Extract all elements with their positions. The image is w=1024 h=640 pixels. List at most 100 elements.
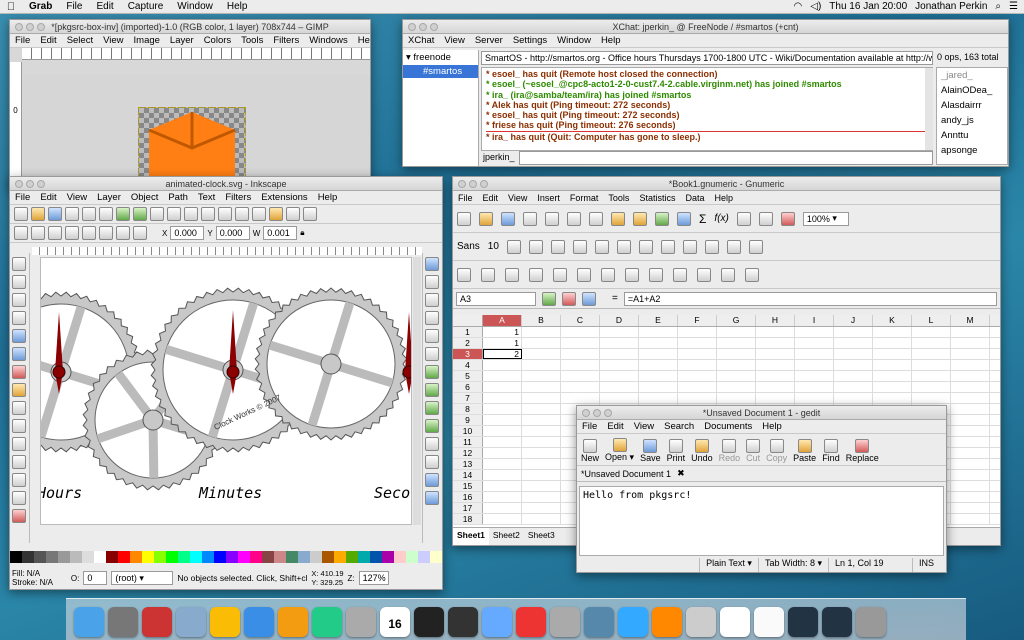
star-tool-icon[interactable] (12, 383, 26, 397)
gimp-menu-colors[interactable]: Colors (199, 35, 236, 46)
row-header[interactable]: 1 (453, 327, 483, 337)
undo-button[interactable]: Undo (691, 439, 713, 463)
row-header[interactable]: 7 (453, 393, 483, 403)
cell[interactable] (522, 503, 561, 513)
color-swatch[interactable] (358, 551, 370, 563)
decimal-icon[interactable] (704, 239, 719, 254)
snap-path-icon[interactable] (425, 383, 439, 397)
itunes-icon[interactable] (244, 607, 274, 637)
xchat-menu-view[interactable]: View (439, 35, 469, 46)
cell[interactable] (522, 338, 561, 348)
gn-menu-file[interactable]: File (453, 193, 478, 203)
inkscape-scrollbar[interactable] (413, 257, 421, 525)
undo-icon[interactable] (633, 211, 647, 226)
align-center-icon[interactable] (594, 239, 609, 254)
cell[interactable] (561, 360, 600, 370)
cell[interactable] (522, 349, 561, 359)
cell[interactable] (951, 470, 990, 480)
align-icon[interactable] (303, 207, 317, 221)
cell[interactable] (717, 349, 756, 359)
print-icon[interactable] (65, 207, 79, 221)
cell[interactable] (873, 349, 912, 359)
gn-menu-format[interactable]: Format (565, 193, 604, 203)
xchat-menu-xchat[interactable]: XChat (403, 35, 439, 46)
row-header[interactable]: 11 (453, 437, 483, 447)
row-header[interactable]: 16 (453, 492, 483, 502)
w-input[interactable]: 0.001 (263, 226, 298, 240)
spray-tool-icon[interactable] (12, 491, 26, 505)
cell[interactable] (873, 371, 912, 381)
new-icon[interactable] (14, 207, 28, 221)
xchat-titlebar[interactable]: XChat: jperkin_ @ FreeNode / #smartos (+… (403, 20, 1008, 34)
menu-help[interactable]: Help (220, 1, 255, 12)
cancel-icon[interactable] (562, 291, 576, 306)
user-item[interactable]: apsonge (941, 143, 1007, 158)
snap-bbox-icon[interactable] (425, 275, 439, 289)
cell[interactable] (483, 470, 522, 480)
close-icon[interactable] (15, 23, 23, 31)
column-header[interactable]: F (678, 315, 717, 326)
top-icon[interactable] (116, 226, 130, 240)
color-swatch[interactable] (106, 551, 118, 563)
sheet-tab[interactable]: Sheet3 (524, 528, 559, 545)
cell[interactable] (483, 503, 522, 513)
snap-icon[interactable] (425, 257, 439, 271)
row-header[interactable]: 13 (453, 459, 483, 469)
cell[interactable] (678, 338, 717, 348)
cell[interactable] (834, 393, 873, 403)
cell[interactable] (522, 470, 561, 480)
cell[interactable] (483, 448, 522, 458)
hyperlink-icon[interactable] (677, 211, 691, 226)
language-select[interactable]: Plain Text ▾ (699, 558, 758, 572)
paste-button[interactable]: Paste (793, 439, 816, 463)
tree-channel-smartos[interactable]: #smartos (403, 65, 478, 78)
gedit-menu-view[interactable]: View (629, 421, 659, 432)
y-input[interactable]: 0.000 (215, 226, 250, 240)
color-swatch[interactable] (238, 551, 250, 563)
cell[interactable] (912, 327, 951, 337)
close-icon[interactable] (408, 23, 416, 31)
sheet-tab[interactable]: Sheet2 (489, 528, 524, 545)
snap-mid-icon[interactable] (425, 329, 439, 343)
cell[interactable] (522, 382, 561, 392)
cell[interactable] (834, 327, 873, 337)
xchat-nick-button[interactable]: jperkin_ (483, 152, 515, 162)
gedit-menu-file[interactable]: File (577, 421, 602, 432)
cell[interactable] (639, 360, 678, 370)
cell[interactable] (717, 338, 756, 348)
row-header[interactable]: 12 (453, 448, 483, 458)
color-swatch[interactable] (346, 551, 358, 563)
minimize-icon[interactable] (26, 180, 34, 188)
cell[interactable] (795, 393, 834, 403)
row-header[interactable]: 4 (453, 360, 483, 370)
row-header[interactable]: 9 (453, 415, 483, 425)
terminal-icon[interactable] (414, 607, 444, 637)
print-icon[interactable] (523, 211, 537, 226)
cell[interactable] (483, 426, 522, 436)
cell[interactable] (873, 338, 912, 348)
cell[interactable] (717, 393, 756, 403)
color-swatch[interactable] (190, 551, 202, 563)
list-icon[interactable] (721, 267, 735, 282)
xchat-topic[interactable]: SmartOS - http://smartos.org - Office ho… (481, 51, 933, 65)
cell[interactable] (639, 349, 678, 359)
color-swatch[interactable] (406, 551, 418, 563)
column-header[interactable]: L (912, 315, 951, 326)
color-swatch[interactable] (118, 551, 130, 563)
color-swatch[interactable] (34, 551, 46, 563)
cell[interactable] (561, 371, 600, 381)
script-editor-icon[interactable] (346, 607, 376, 637)
user-item[interactable]: Annttu (941, 128, 1007, 143)
snap-nodes-icon[interactable] (425, 365, 439, 379)
undo-icon[interactable] (116, 207, 130, 221)
menu-window[interactable]: Window (170, 1, 220, 12)
ink-menu-extensions[interactable]: Extensions (256, 192, 312, 203)
migration-icon[interactable] (584, 607, 614, 637)
color-swatch[interactable] (202, 551, 214, 563)
cell[interactable] (951, 371, 990, 381)
save-button[interactable]: Save (640, 439, 661, 463)
gn-menu-help[interactable]: Help (709, 193, 738, 203)
save-icon[interactable] (48, 207, 62, 221)
cell[interactable] (756, 338, 795, 348)
lower-icon[interactable] (99, 226, 113, 240)
